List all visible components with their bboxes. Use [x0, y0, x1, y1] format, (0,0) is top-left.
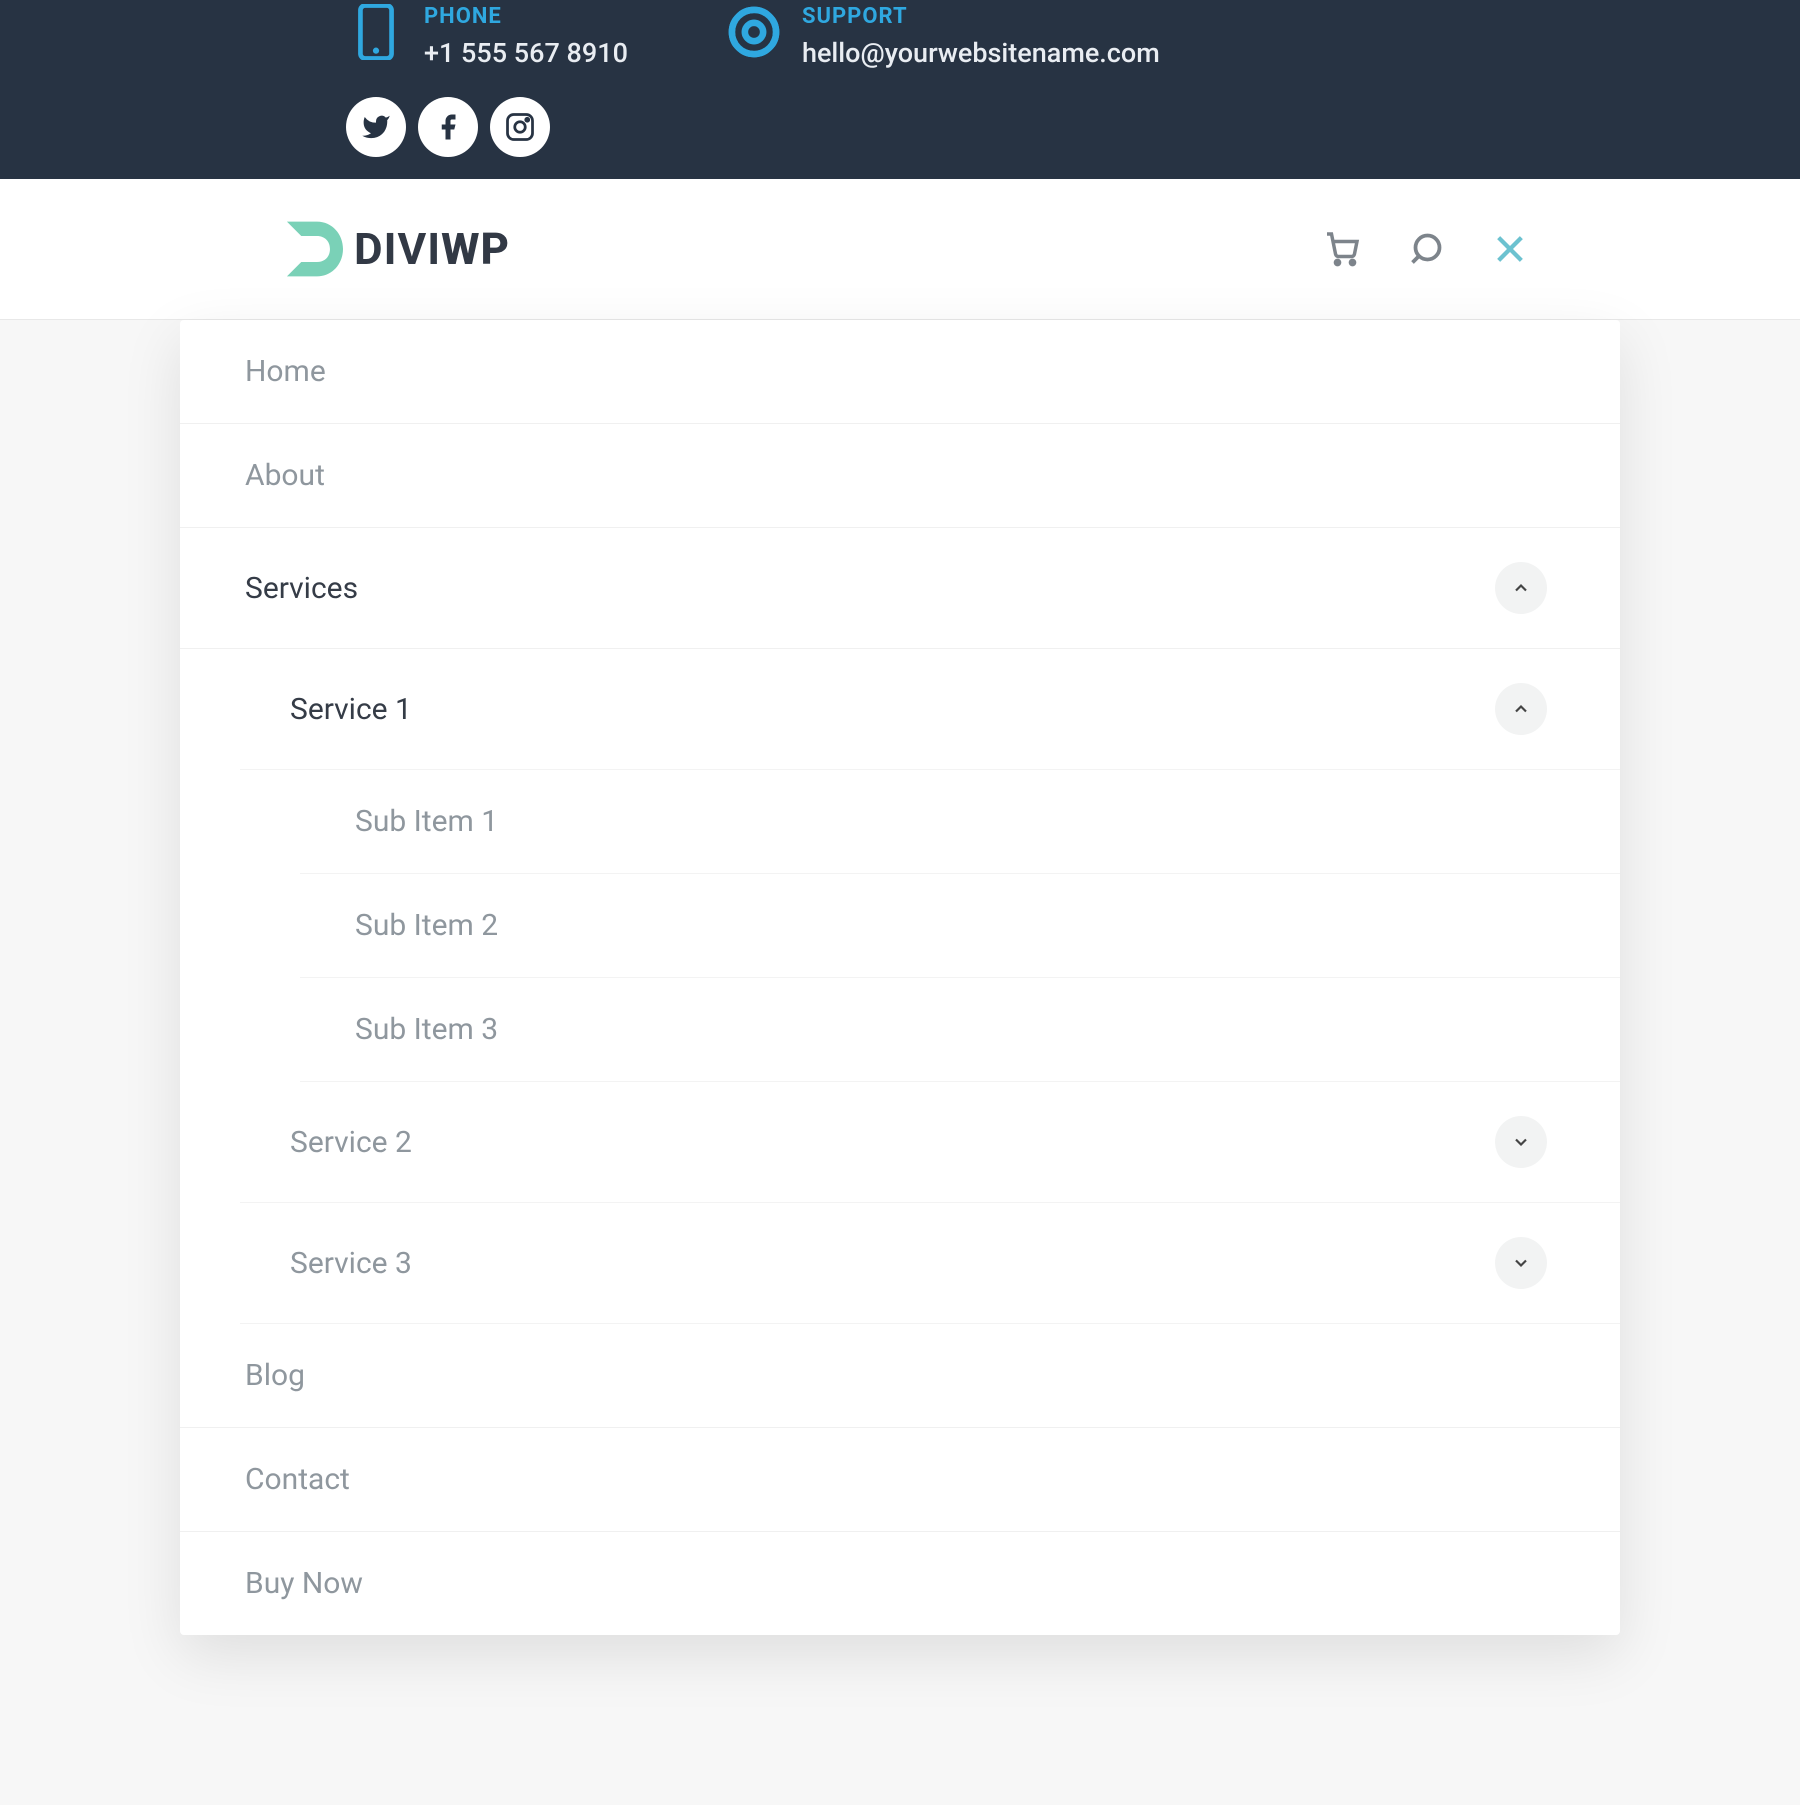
logo-mark-icon	[280, 219, 346, 279]
services-submenu: Service 1 Sub Item 1 Sub Item 2 Sub Item…	[180, 649, 1620, 1324]
menu-item-service-1[interactable]: Service 1	[240, 649, 1620, 770]
header-bar: DIVIWP	[0, 179, 1800, 320]
site-logo[interactable]: DIVIWP	[280, 219, 510, 279]
top-contact-bar: PHONE +1 555 567 8910 SUPPORT hello@your…	[0, 0, 1800, 179]
menu-item-contact[interactable]: Contact	[180, 1428, 1620, 1532]
expand-button[interactable]	[1495, 1116, 1547, 1168]
phone-block: PHONE +1 555 567 8910	[350, 4, 628, 69]
menu-label: Blog	[245, 1358, 305, 1393]
search-button[interactable]	[1406, 229, 1446, 269]
logo-text: DIVIWP	[354, 223, 510, 275]
menu-label: Contact	[245, 1462, 350, 1497]
phone-label: PHONE	[424, 4, 628, 29]
menu-label: Service 3	[290, 1246, 412, 1281]
search-icon	[1408, 231, 1444, 267]
menu-label: Home	[245, 354, 326, 389]
chevron-up-icon	[1511, 699, 1531, 719]
menu-label: Sub Item 3	[355, 1012, 498, 1047]
menu-item-home[interactable]: Home	[180, 320, 1620, 424]
menu-item-sub-2[interactable]: Sub Item 2	[300, 874, 1620, 978]
menu-item-sub-1[interactable]: Sub Item 1	[300, 770, 1620, 874]
menu-label: Buy Now	[245, 1566, 363, 1601]
collapse-button[interactable]	[1495, 562, 1547, 614]
mobile-menu-panel: Home About Services Service 1 Sub Item 1…	[180, 320, 1620, 1635]
menu-label: Service 1	[290, 692, 412, 727]
menu-label: Service 2	[290, 1125, 412, 1160]
support-label: SUPPORT	[802, 4, 1160, 29]
support-value: hello@yourwebsitename.com	[802, 37, 1160, 69]
menu-label: Sub Item 1	[355, 804, 498, 839]
menu-item-buy-now[interactable]: Buy Now	[180, 1532, 1620, 1635]
expand-button[interactable]	[1495, 1237, 1547, 1289]
instagram-button[interactable]	[490, 97, 550, 157]
service1-submenu: Sub Item 1 Sub Item 2 Sub Item 3	[180, 770, 1620, 1082]
twitter-icon	[361, 112, 391, 142]
facebook-button[interactable]	[418, 97, 478, 157]
close-icon	[1493, 232, 1527, 266]
support-block: SUPPORT hello@yourwebsitename.com	[728, 4, 1160, 69]
support-icon	[728, 6, 780, 58]
instagram-icon	[505, 112, 535, 142]
menu-item-sub-3[interactable]: Sub Item 3	[300, 978, 1620, 1082]
chevron-down-icon	[1511, 1253, 1531, 1273]
menu-item-services[interactable]: Services	[180, 528, 1620, 649]
close-menu-button[interactable]	[1490, 229, 1530, 269]
menu-item-about[interactable]: About	[180, 424, 1620, 528]
menu-item-service-3[interactable]: Service 3	[240, 1203, 1620, 1324]
menu-item-service-2[interactable]: Service 2	[240, 1082, 1620, 1203]
facebook-icon	[433, 112, 463, 142]
menu-label: Sub Item 2	[355, 908, 498, 943]
chevron-down-icon	[1511, 1132, 1531, 1152]
chevron-up-icon	[1511, 578, 1531, 598]
twitter-button[interactable]	[346, 97, 406, 157]
cart-button[interactable]	[1322, 229, 1362, 269]
phone-value: +1 555 567 8910	[424, 37, 628, 69]
menu-label: About	[245, 458, 325, 493]
collapse-button[interactable]	[1495, 683, 1547, 735]
menu-label: Services	[245, 571, 358, 606]
phone-icon	[350, 6, 402, 58]
cart-icon	[1324, 231, 1360, 267]
menu-item-blog[interactable]: Blog	[180, 1324, 1620, 1428]
